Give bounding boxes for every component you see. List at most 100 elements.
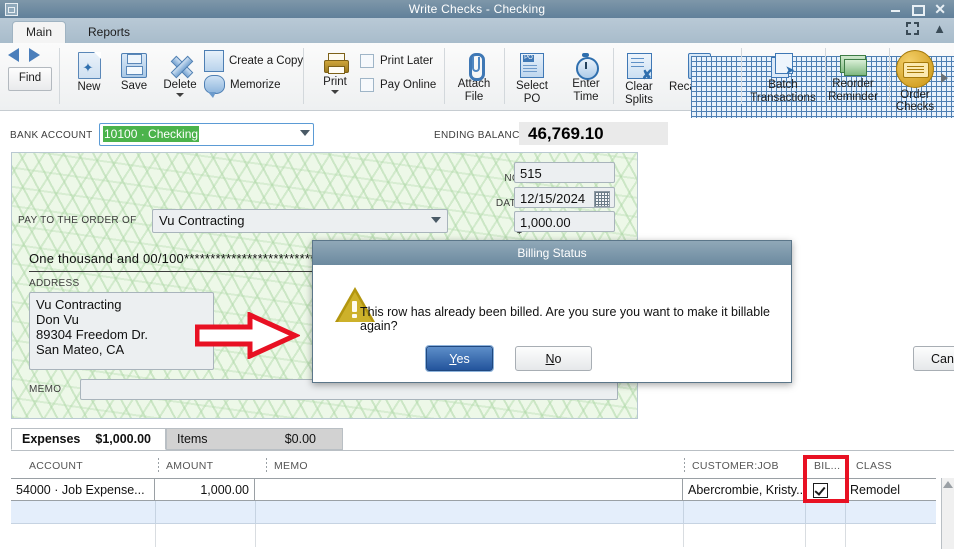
delete-x-icon [168,53,193,77]
bank-account-value: 10100 · Checking [103,126,200,142]
new-button[interactable]: ✦ New [69,47,109,94]
dialog-cancel-button[interactable]: Cancel [913,346,954,371]
pay-online-checkbox[interactable]: Pay Online [360,75,436,94]
table-row[interactable]: 54000 · Job Expense... 1,000.00 Abercrom… [11,478,936,501]
more-commands-arrow[interactable] [941,73,948,83]
print-later-checkbox-box[interactable] [360,53,374,68]
memo-label: MEMO [29,384,62,395]
recalculate-button[interactable]: Recalculate [662,48,954,127]
reorder-reminder-button[interactable]: Reorder Reminder [817,48,889,103]
cell-account[interactable]: 54000 · Job Expense... [11,479,155,501]
clear-splits-icon: ✘ [626,53,653,81]
cell-customer-job[interactable]: Abercrombie, Kristy... [683,479,805,501]
attach-file-button[interactable]: Attach File [450,47,498,103]
close-button[interactable]: ✕ [934,2,946,16]
clear-splits-button[interactable]: ✘ Clear Splits [617,48,661,106]
billable-checkbox[interactable] [813,483,828,498]
minimize-button[interactable] [891,4,901,14]
check-date-input[interactable]: 12/15/2024 [514,187,615,208]
batch-transactions-icon: ➤ [771,53,795,78]
payee-value: Vu Contracting [159,213,245,228]
dialog-body: This row has already been billed. Are yo… [313,265,954,381]
maximize-button[interactable] [912,4,926,16]
calendar-icon[interactable] [594,191,610,207]
address-textarea[interactable]: Vu Contracting Don Vu 89304 Freedom Dr. … [29,292,214,370]
expenses-items-tab-strip: Expenses $1,000.00 Items $0.00 [11,428,954,451]
print-later-checkbox[interactable]: Print Later [360,51,433,70]
paperclip-icon [466,52,485,81]
grid-vertical-scrollbar[interactable] [941,478,954,549]
save-button[interactable]: Save [113,48,155,93]
column-resizer[interactable] [158,458,159,473]
chevron-down-icon[interactable] [300,130,310,136]
memorize-icon [204,75,225,98]
cell-billable[interactable] [805,479,846,501]
column-resizer[interactable] [266,458,267,473]
select-po-button[interactable]: PO Select PO [508,48,556,105]
back-arrow-icon[interactable] [8,48,19,62]
ribbon-tab-strip: Main Reports ▲ [0,18,954,44]
pay-online-label: Pay Online [380,78,437,91]
pay-to-the-order-of-label: PAY TO THE ORDER OF [18,215,137,226]
dialog-no-button[interactable]: No [515,346,592,371]
nav-arrows [8,48,40,62]
column-header-customer-job[interactable]: CUSTOMER:JOB [692,460,779,472]
bank-account-label: BANK ACCOUNT [10,130,93,141]
tab-expenses[interactable]: Expenses $1,000.00 [11,428,166,450]
chevron-up-icon[interactable]: ▲ [933,22,946,35]
purchase-order-icon: PO [520,53,544,78]
tab-main[interactable]: Main [12,21,67,44]
billing-status-dialog: Billing Status This row has already been… [312,240,954,383]
printer-icon [323,53,349,74]
ribbon-corner-controls: ▲ [906,22,946,35]
order-checks-button[interactable]: Order Checks [886,45,944,113]
scroll-up-arrow-icon[interactable] [943,481,953,488]
check-no-input[interactable]: 515 [514,162,615,183]
print-dropdown-icon[interactable] [331,89,339,94]
tab-items[interactable]: Items $0.00 [166,428,343,450]
pay-to-the-order-of-dropdown[interactable]: Vu Contracting [152,209,448,233]
delete-button[interactable]: Delete [159,48,201,97]
column-header-class[interactable]: CLASS [856,460,892,472]
write-checks-window: Write Checks - Checking ✕ Main Reports ▲… [0,0,954,549]
expand-icon[interactable] [906,22,919,35]
delete-dropdown-icon[interactable] [176,92,184,97]
table-row[interactable] [11,524,936,547]
forward-arrow-icon[interactable] [29,48,40,62]
column-header-billable[interactable]: BIL... [814,460,840,472]
ending-balance-value: 46,769.10 [519,122,668,145]
column-header-amount[interactable]: AMOUNT [166,460,213,472]
batch-transactions-button[interactable]: ➤ Batch Transactions [745,48,821,104]
window-title-bar: Write Checks - Checking ✕ [0,0,954,19]
tab-expenses-amount: $1,000.00 [95,432,151,446]
save-icon [121,53,147,78]
dialog-yes-button[interactable]: Yes [425,345,494,372]
tab-items-label: Items [177,432,208,446]
expense-grid: 54000 · Job Expense... 1,000.00 Abercrom… [11,478,954,549]
stopwatch-icon [575,53,599,80]
find-button[interactable]: Find [8,67,52,91]
address-label: ADDRESS [29,278,80,289]
create-a-copy-button[interactable]: Create a Copy [204,50,303,72]
enter-time-button[interactable]: Enter Time [562,48,610,103]
check-amount-input[interactable]: 1,000.00 [514,211,615,232]
cell-memo[interactable] [255,479,683,501]
column-resizer[interactable] [684,458,685,473]
pay-online-checkbox-box[interactable] [360,77,374,92]
chevron-down-icon[interactable] [431,217,441,223]
expense-grid-header: ACCOUNT AMOUNT MEMO CUSTOMER:JOB BIL... … [11,458,942,477]
check-date-value: 12/15/2024 [520,191,586,206]
dialog-message: This row has already been billed. Are yo… [360,305,770,333]
memorize-button[interactable]: Memorize [204,75,280,98]
cell-class[interactable]: Remodel [845,479,936,501]
print-button[interactable]: Print [314,48,356,94]
window-controls: ✕ [891,0,950,18]
column-header-memo[interactable]: MEMO [274,460,308,472]
cell-amount[interactable]: 1,000.00 [155,479,255,501]
table-row[interactable] [11,501,936,524]
dialog-title: Billing Status [313,241,791,265]
bank-account-dropdown[interactable]: 10100 · Checking [99,123,314,146]
column-header-account[interactable]: ACCOUNT [29,460,83,472]
tab-items-amount: $0.00 [284,432,316,446]
tab-reports[interactable]: Reports [75,22,143,43]
